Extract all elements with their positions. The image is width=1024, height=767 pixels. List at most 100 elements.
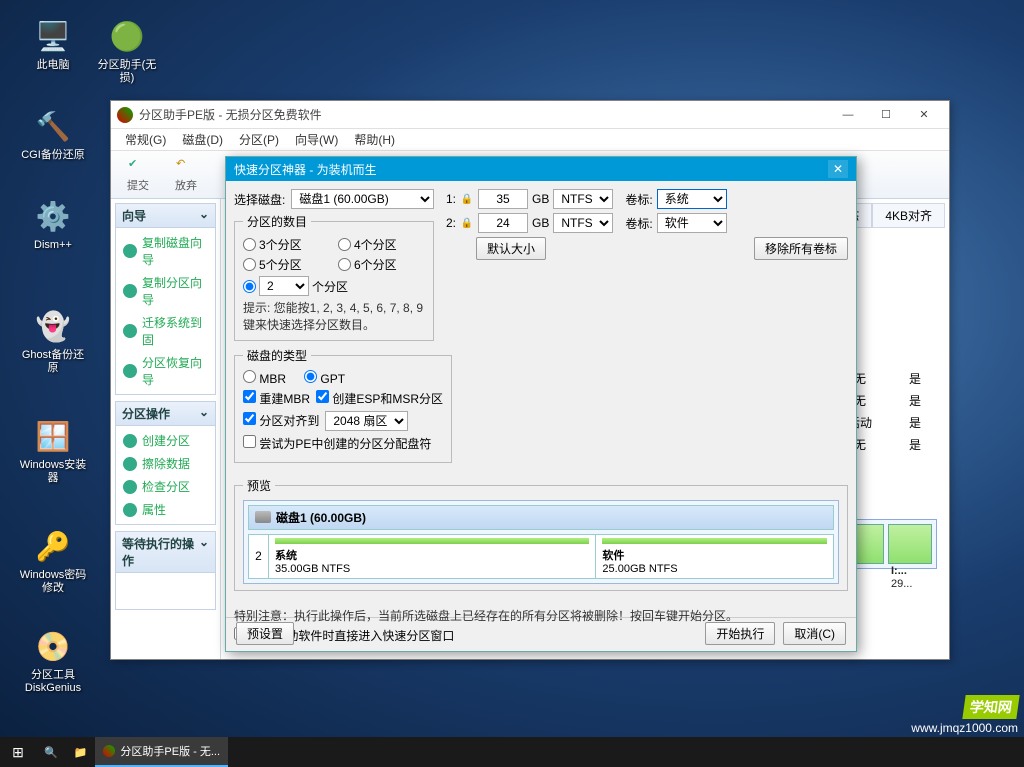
part-num: 2: bbox=[442, 216, 456, 230]
col-4kb[interactable]: 4KB对齐 bbox=[872, 203, 945, 228]
menu-partition[interactable]: 分区(P) bbox=[231, 129, 287, 150]
menu-disk[interactable]: 磁盘(D) bbox=[174, 129, 231, 150]
custom-count-select[interactable]: 2 bbox=[259, 276, 309, 296]
wizard-recover[interactable]: 分区恢复向导 bbox=[119, 351, 212, 391]
dialog-close-button[interactable]: ✕ bbox=[828, 160, 848, 178]
desktop-icon-wininstall[interactable]: 🪟Windows安装器 bbox=[18, 416, 88, 485]
desktop-icon-winpwd[interactable]: 🔑Windows密码修改 bbox=[18, 526, 88, 595]
wizard-copy-disk[interactable]: 复制磁盘向导 bbox=[119, 231, 212, 271]
disk-type-group: 磁盘的类型 MBR GPT 重建MBR 创建ESP和MSR分区 分区对齐到204… bbox=[234, 347, 452, 463]
check-try-pe[interactable]: 尝试为PE中创建的分区分配盘符 bbox=[243, 435, 431, 452]
op-props[interactable]: 属性 bbox=[119, 498, 212, 521]
align-select[interactable]: 2048 扇区 bbox=[325, 411, 408, 431]
radio-gpt[interactable]: GPT bbox=[304, 370, 345, 386]
op-check[interactable]: 检查分区 bbox=[119, 475, 212, 498]
props-icon bbox=[123, 503, 137, 517]
dialog-titlebar[interactable]: 快速分区神器 - 为装机而生 ✕ bbox=[226, 157, 856, 181]
pc-icon: 🖥️ bbox=[33, 16, 73, 56]
size-input-1[interactable] bbox=[478, 189, 528, 209]
lock-icon[interactable]: 🔒 bbox=[460, 192, 474, 206]
desktop-icon-this-pc[interactable]: 🖥️此电脑 bbox=[18, 16, 88, 72]
ghost-icon: 👻 bbox=[33, 306, 73, 346]
commit-button[interactable]: ✔提交 bbox=[115, 154, 161, 196]
fs-select-2[interactable]: NTFS bbox=[553, 213, 613, 233]
app-icon bbox=[117, 107, 133, 123]
desktop-icon-cgi[interactable]: 🔨CGI备份还原 bbox=[18, 106, 88, 162]
titlebar[interactable]: 分区助手PE版 - 无损分区免费软件 — ☐ ✕ bbox=[111, 101, 949, 129]
radio-3[interactable]: 3个分区 bbox=[243, 236, 330, 253]
discard-button[interactable]: ↶放弃 bbox=[163, 154, 209, 196]
start-button[interactable]: 开始执行 bbox=[705, 622, 775, 645]
window-title: 分区助手PE版 - 无损分区免费软件 bbox=[139, 106, 829, 123]
part-num: 1: bbox=[442, 192, 456, 206]
taskbar-app[interactable]: 分区助手PE版 - 无... bbox=[95, 737, 228, 767]
chevron-icon[interactable]: » bbox=[302, 628, 308, 640]
radio-4[interactable]: 4个分区 bbox=[338, 236, 425, 253]
panel-pending-title: 等待执行的操作 bbox=[122, 535, 199, 569]
desktop-icon-dism[interactable]: ⚙️Dism++ bbox=[18, 196, 88, 252]
desktop-icon-diskgenius[interactable]: 📀分区工具DiskGenius bbox=[18, 626, 88, 695]
vol-label: 卷标: bbox=[625, 191, 652, 208]
key-icon: 🔑 bbox=[33, 526, 73, 566]
lock-icon[interactable]: 🔒 bbox=[460, 216, 474, 230]
preview-index: 2 bbox=[249, 535, 269, 578]
watermark-logo: 学知网 bbox=[962, 695, 1019, 719]
taskbar-search[interactable]: 🔍 bbox=[36, 737, 66, 767]
panel-pending: 等待执行的操作⌄ bbox=[115, 531, 216, 610]
recover-icon bbox=[123, 364, 137, 378]
preview-box: 磁盘1 (60.00GB) 2 系统35.00GB NTFS 软件25.00GB… bbox=[243, 500, 839, 584]
disk-segment-i[interactable]: I:...29... bbox=[888, 524, 932, 564]
app-icon bbox=[103, 745, 115, 757]
partition-icon bbox=[123, 284, 137, 298]
radio-6[interactable]: 6个分区 bbox=[338, 256, 425, 273]
preview-part-2[interactable]: 软件25.00GB NTFS bbox=[596, 535, 833, 578]
cgi-icon: 🔨 bbox=[33, 106, 73, 146]
start-button[interactable]: ⊞ bbox=[0, 737, 36, 767]
taskbar-explorer[interactable]: 📁 bbox=[66, 737, 96, 767]
create-icon bbox=[123, 434, 137, 448]
op-wipe[interactable]: 擦除数据 bbox=[119, 452, 212, 475]
menu-general[interactable]: 常规(G) bbox=[117, 129, 174, 150]
select-disk-dropdown[interactable]: 磁盘1 (60.00GB) bbox=[291, 189, 434, 209]
volume-select-1[interactable]: 系统 bbox=[657, 189, 727, 209]
fs-select-1[interactable]: NTFS bbox=[553, 189, 613, 209]
default-size-button[interactable]: 默认大小 bbox=[476, 237, 546, 260]
check-align[interactable]: 分区对齐到 bbox=[243, 412, 319, 429]
menu-help[interactable]: 帮助(H) bbox=[346, 129, 403, 150]
radio-custom[interactable]: 2 个分区 bbox=[243, 276, 425, 296]
minimize-button[interactable]: — bbox=[829, 103, 867, 127]
panel-wizard: 向导 ⌄ 复制磁盘向导 复制分区向导 迁移系统到固 分区恢复向导 bbox=[115, 203, 216, 395]
vol-label: 卷标: bbox=[625, 215, 652, 232]
remove-labels-button[interactable]: 移除所有卷标 bbox=[754, 237, 848, 260]
close-button[interactable]: ✕ bbox=[905, 103, 943, 127]
preview-part-1[interactable]: 系统35.00GB NTFS bbox=[269, 535, 596, 578]
preview-disk-label: 磁盘1 (60.00GB) bbox=[276, 509, 366, 526]
radio-mbr[interactable]: MBR bbox=[243, 370, 286, 386]
desktop-icon-partition-assistant[interactable]: 🟢分区助手(无损) bbox=[92, 16, 162, 85]
collapse-icon[interactable]: ⌄ bbox=[199, 535, 209, 569]
check-rebuild-mbr[interactable]: 重建MBR bbox=[243, 390, 310, 407]
dism-icon: ⚙️ bbox=[33, 196, 73, 236]
collapse-icon[interactable]: ⌄ bbox=[199, 207, 209, 224]
check-create-esp[interactable]: 创建ESP和MSR分区 bbox=[316, 390, 443, 407]
op-create[interactable]: 创建分区 bbox=[119, 429, 212, 452]
panel-wizard-title: 向导 bbox=[122, 207, 146, 224]
dialog-title: 快速分区神器 - 为装机而生 bbox=[234, 161, 828, 178]
desktop-icon-ghost[interactable]: 👻Ghost备份还原 bbox=[18, 306, 88, 375]
volume-select-2[interactable]: 软件 bbox=[657, 213, 727, 233]
menu-wizard[interactable]: 向导(W) bbox=[287, 129, 346, 150]
maximize-button[interactable]: ☐ bbox=[867, 103, 905, 127]
cancel-button[interactable]: 取消(C) bbox=[783, 622, 846, 645]
preview-legend: 预览 bbox=[243, 477, 275, 494]
wizard-copy-partition[interactable]: 复制分区向导 bbox=[119, 271, 212, 311]
wizard-migrate[interactable]: 迁移系统到固 bbox=[119, 311, 212, 351]
panel-partops: 分区操作⌄ 创建分区 擦除数据 检查分区 属性 bbox=[115, 401, 216, 525]
preset-button[interactable]: 预设置 bbox=[236, 622, 294, 645]
pa-icon: 🟢 bbox=[107, 16, 147, 56]
partition-count-group: 分区的数目 3个分区 4个分区 5个分区 6个分区 2 个分区 提示: 您能按1… bbox=[234, 213, 434, 341]
undo-icon: ↶ bbox=[176, 157, 196, 175]
collapse-icon[interactable]: ⌄ bbox=[199, 405, 209, 422]
size-input-2[interactable] bbox=[478, 213, 528, 233]
unit-label: GB bbox=[532, 192, 549, 206]
radio-5[interactable]: 5个分区 bbox=[243, 256, 330, 273]
